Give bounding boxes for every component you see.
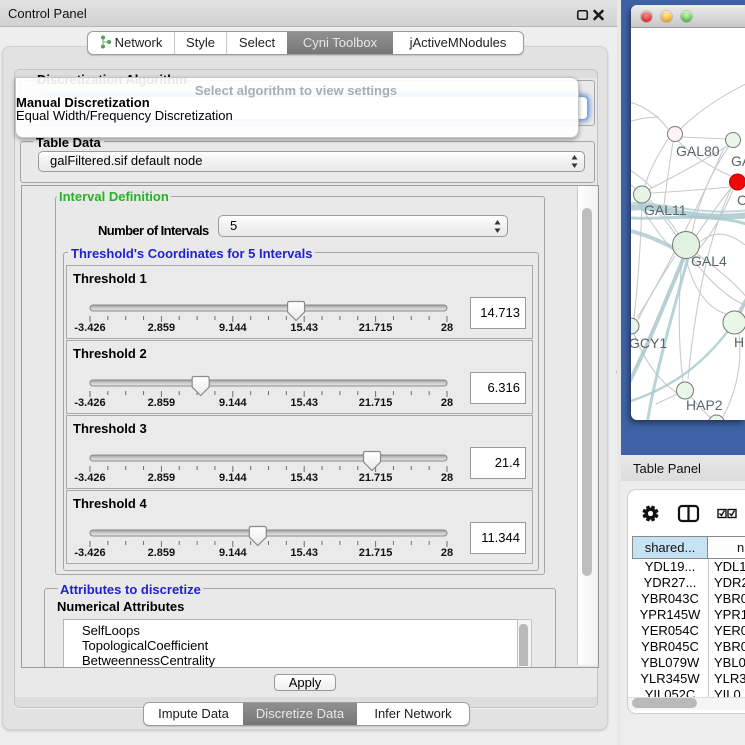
svg-text:GA: GA [731,153,745,169]
svg-text:H: H [734,334,744,350]
svg-text:GAL80: GAL80 [676,143,720,159]
svg-text:C: C [737,192,745,208]
svg-text:GCY1: GCY1 [631,335,667,351]
svg-text:GAL4: GAL4 [691,253,727,269]
svg-text:HAP2: HAP2 [686,397,723,413]
svg-text:GAL11: GAL11 [644,202,687,218]
